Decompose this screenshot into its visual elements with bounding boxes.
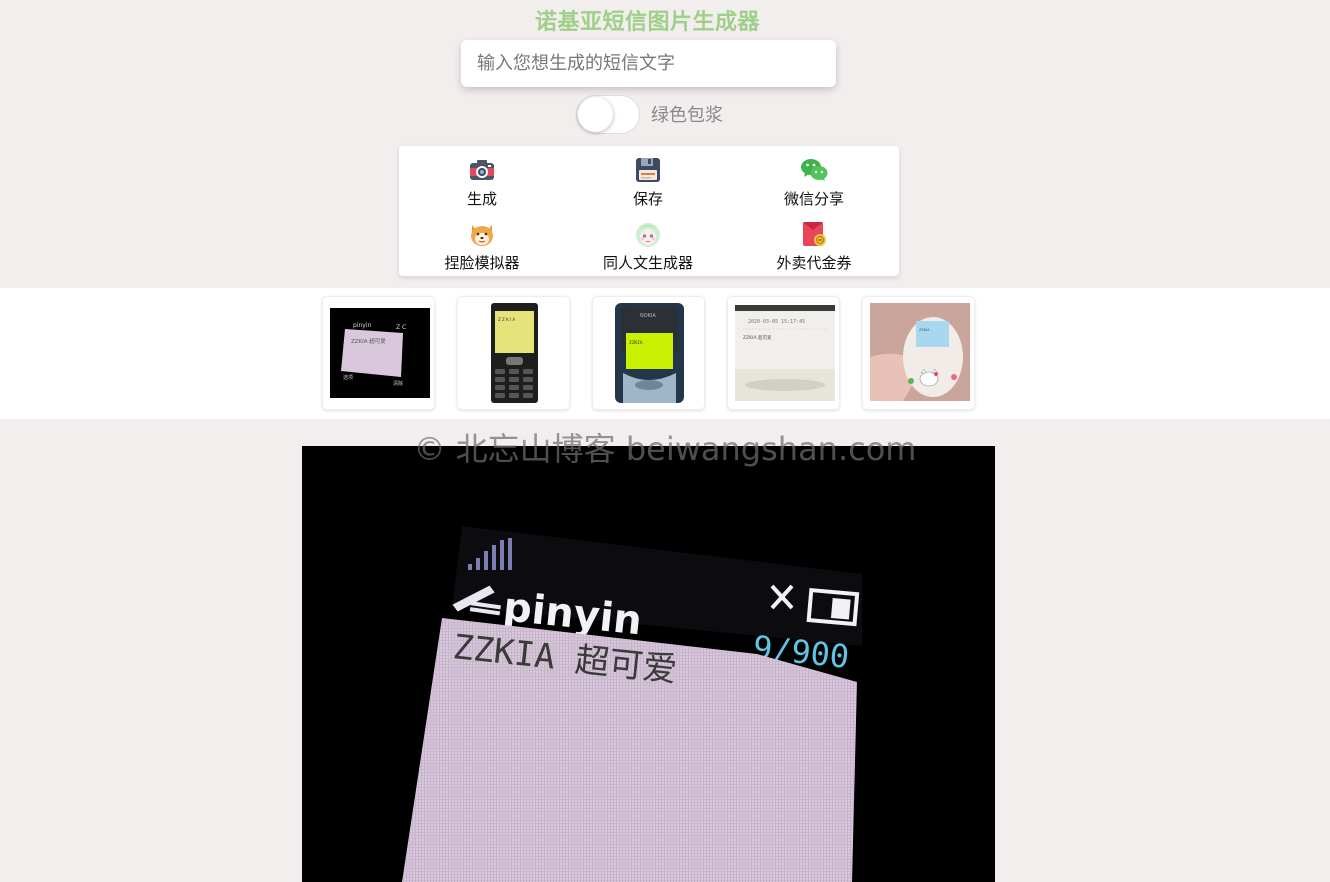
message-input[interactable]: [461, 40, 836, 87]
takeout-coupon-button[interactable]: 外卖代金券: [731, 214, 897, 276]
wechat-share-button[interactable]: 微信分享: [731, 150, 897, 212]
toggle-knob[interactable]: [578, 97, 613, 132]
svg-text:pinyin: pinyin: [353, 322, 371, 329]
face-simulator-label: 捏脸模拟器: [444, 254, 520, 272]
template-thumb-hello-kitty[interactable]: ZZKIA: [862, 296, 975, 410]
template-thumb-black-screen[interactable]: pinyin Z C ZZKIA 超可爱 选项 清除: [322, 296, 435, 410]
shiba-dog-icon: [471, 225, 493, 246]
svg-text:2020-03-05 15:17:45: 2020-03-05 15:17:45: [748, 319, 805, 325]
svg-text:ZZKIA: ZZKIA: [629, 340, 643, 346]
template-thumb-receipt[interactable]: 2020-03-05 15:17:45 ZZKIA 超可爱: [727, 296, 840, 410]
anime-girl-icon: [636, 223, 660, 247]
page-title: 诺基亚短信图片生成器: [534, 10, 760, 35]
watermark-text: © 北忘山博客 beiwangshan.com: [413, 430, 917, 468]
svg-text:选项: 选项: [343, 374, 353, 381]
generate-label: 生成: [466, 190, 497, 208]
svg-text:ZZKIA: ZZKIA: [919, 328, 930, 332]
hello-kitty-phone-photo: ZZKIA: [870, 303, 970, 401]
svg-text:ZZKIA 超可爱: ZZKIA 超可爱: [743, 334, 772, 341]
save-button[interactable]: 保存: [565, 150, 731, 212]
face-simulator-button[interactable]: 捏脸模拟器: [399, 214, 565, 276]
green-patina-label: 绿色包浆: [651, 105, 723, 126]
action-menu: 生成 保存 微信分享 捏脸模拟器 同人文生成器 外卖代金券: [399, 146, 899, 276]
svg-text:Z C: Z C: [396, 324, 406, 331]
template-thumb-nokia-3310[interactable]: NOKIA ZZKIA: [592, 296, 705, 410]
green-patina-toggle[interactable]: [576, 95, 640, 134]
template-strip: pinyin Z C ZZKIA 超可爱 选项 清除 Z Z K I A NOK…: [0, 288, 1330, 419]
camera-icon: [470, 160, 494, 180]
black-screen-phone-photo: pinyin Z C ZZKIA 超可爱 选项 清除: [330, 308, 430, 398]
svg-text:Z Z K I A: Z Z K I A: [498, 317, 515, 322]
fanfic-generator-label: 同人文生成器: [602, 254, 693, 272]
floppy-disk-icon: [636, 158, 660, 182]
nokia-3310-phone-photo: NOKIA ZZKIA: [615, 303, 684, 403]
takeout-coupon-label: 外卖代金券: [776, 254, 852, 272]
svg-text:NOKIA: NOKIA: [640, 313, 656, 319]
red-envelope-icon: [803, 222, 826, 246]
wechat-share-label: 微信分享: [783, 190, 844, 208]
generate-button[interactable]: 生成: [399, 150, 565, 212]
svg-text:ZZKIA 超可爱: ZZKIA 超可爱: [351, 337, 386, 345]
fanfic-generator-button[interactable]: 同人文生成器: [565, 214, 731, 276]
template-thumb-nokia-keypad[interactable]: Z Z K I A: [457, 296, 570, 410]
wechat-icon: [801, 159, 828, 181]
generated-phone-screen: pinyin 9/900 ZZKIA 超可爱: [402, 526, 862, 882]
svg-text:清除: 清除: [393, 380, 403, 387]
nokia-keypad-phone-photo: Z Z K I A: [491, 303, 538, 403]
save-label: 保存: [632, 190, 663, 208]
receipt-printer-photo: 2020-03-05 15:17:45 ZZKIA 超可爱: [735, 305, 835, 401]
generated-preview-image: pinyin 9/900 ZZKIA 超可爱: [302, 446, 995, 882]
